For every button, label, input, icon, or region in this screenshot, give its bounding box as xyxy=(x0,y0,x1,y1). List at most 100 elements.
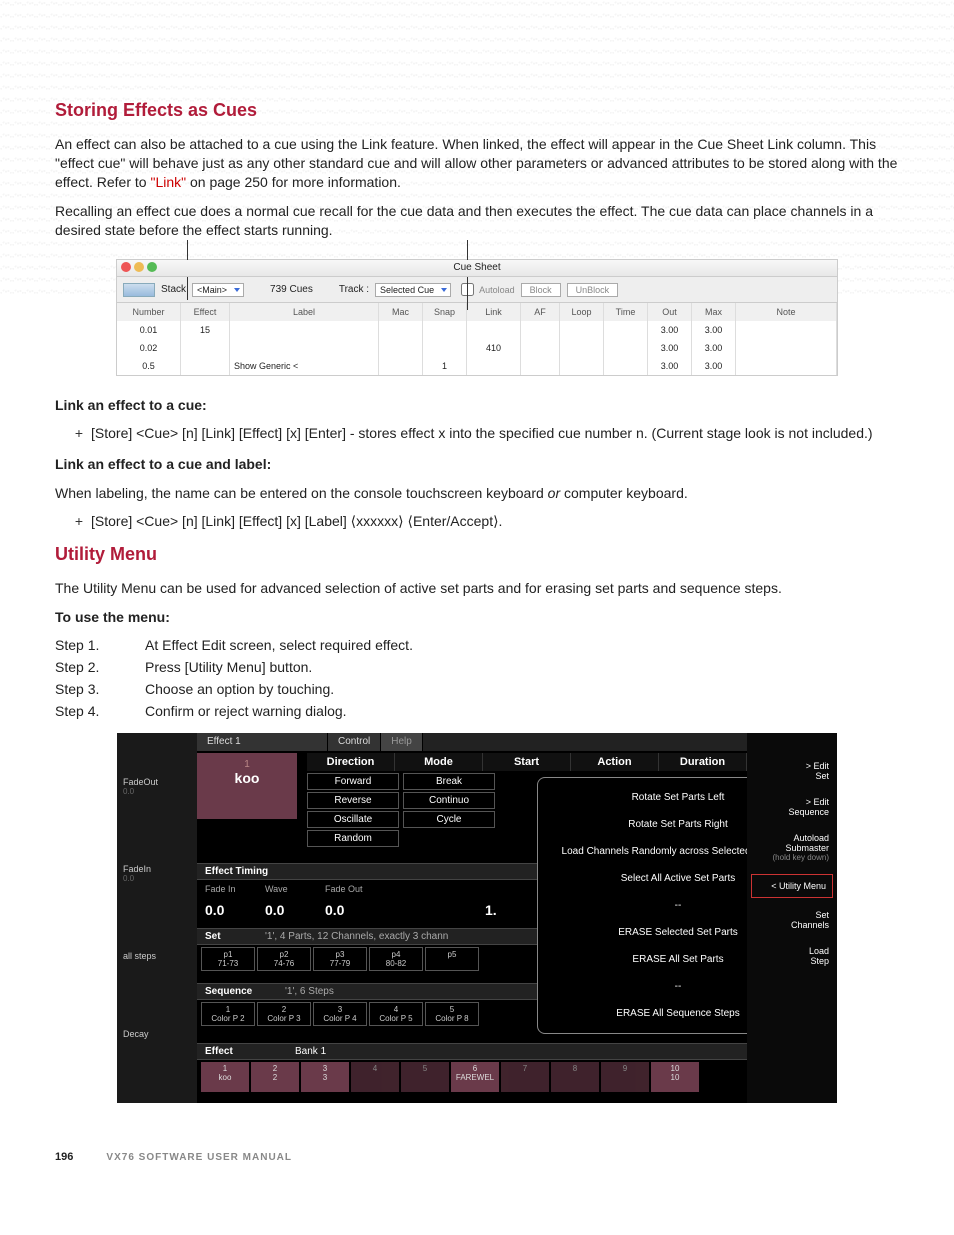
heading-storing-effects: Storing Effects as Cues xyxy=(55,100,899,121)
page-number: 196 xyxy=(55,1151,73,1163)
subheading-link-label: Link an effect to a cue and label: xyxy=(55,455,899,474)
cell-loop xyxy=(560,321,604,339)
seq-step[interactable]: 2Color P 3 xyxy=(257,1002,311,1026)
paragraph-2: Recalling an effect cue does a normal cu… xyxy=(55,202,899,240)
set-part[interactable]: p171-73 xyxy=(201,947,255,971)
cell-effect xyxy=(181,357,230,375)
subheading-link-effect: Link an effect to a cue: xyxy=(55,396,899,415)
cell-num: 0.5 xyxy=(117,357,181,375)
right-button[interactable]: > EditSet xyxy=(747,753,837,789)
set-part[interactable]: p377-79 xyxy=(313,947,367,971)
list-item-text: [Store] <Cue> [n] [Link] [Effect] [x] [E… xyxy=(91,425,899,441)
fx-left-item[interactable]: Decay xyxy=(117,1025,197,1043)
zoom-icon[interactable] xyxy=(147,262,157,272)
tab-control[interactable]: Control xyxy=(328,733,381,751)
link-link-ref[interactable]: "Link" xyxy=(150,174,186,190)
table-row[interactable]: 0.5Show Generic <13.003.00 xyxy=(117,357,837,375)
bank-slot[interactable]: 8 xyxy=(551,1062,599,1092)
option-continuo[interactable]: Continuo xyxy=(403,792,495,809)
cell-time xyxy=(604,357,648,375)
set-part[interactable]: p5 xyxy=(425,947,479,971)
right-button[interactable]: > EditSequence xyxy=(747,789,837,825)
col-effect: Effect xyxy=(181,303,230,321)
step-text: At Effect Edit screen, select required e… xyxy=(145,637,413,653)
timing-label: Fade In xyxy=(205,884,265,894)
cue-sheet-title: Cue Sheet xyxy=(453,262,500,273)
col-time: Time xyxy=(604,303,648,321)
bank-slot[interactable]: 6FAREWEL xyxy=(451,1062,499,1092)
list-item-text: [Store] <Cue> [n] [Link] [Effect] [x] [L… xyxy=(91,513,899,530)
cell-note xyxy=(736,321,837,339)
timing-value[interactable]: 0.0 xyxy=(325,902,385,918)
option-break[interactable]: Break xyxy=(403,773,495,790)
cell-loop xyxy=(560,357,604,375)
option-forward[interactable]: Forward xyxy=(307,773,399,790)
subheading-use-menu: To use the menu: xyxy=(55,608,899,627)
bank-slot[interactable]: 1010 xyxy=(651,1062,699,1092)
timing-value[interactable]: 0.0 xyxy=(205,902,265,918)
dropdown-selected-cue[interactable]: Selected Cue xyxy=(375,283,451,297)
seq-step[interactable]: 1Color P 2 xyxy=(201,1002,255,1026)
bullet-icon: + xyxy=(55,425,91,441)
toolbar-icon[interactable] xyxy=(123,283,155,297)
seq-step[interactable]: 3Color P 4 xyxy=(313,1002,367,1026)
label-cue-count: 739 Cues xyxy=(270,284,313,295)
col-af: AF xyxy=(521,303,560,321)
set-part[interactable]: p480-82 xyxy=(369,947,423,971)
cell-mac xyxy=(379,339,423,357)
fx-header-direction: Direction xyxy=(307,753,395,771)
step-number: Step 1. xyxy=(55,637,145,653)
cell-label xyxy=(230,339,379,357)
seq-step[interactable]: 4Color P 5 xyxy=(369,1002,423,1026)
cell-out: 3.00 xyxy=(648,339,692,357)
step-number: Step 4. xyxy=(55,703,145,719)
option-random[interactable]: Random xyxy=(307,830,399,847)
bank-slot[interactable]: 7 xyxy=(501,1062,549,1092)
cell-label: Show Generic < xyxy=(230,357,379,375)
bank-slot[interactable]: 9 xyxy=(601,1062,649,1092)
option-oscillate[interactable]: Oscillate xyxy=(307,811,399,828)
cell-mac xyxy=(379,357,423,375)
right-button[interactable]: AutoloadSubmaster(hold key down) xyxy=(747,825,837,870)
col-mac: Mac xyxy=(379,303,423,321)
fx-left-item[interactable]: all steps xyxy=(117,947,197,965)
cell-link xyxy=(467,357,521,375)
fx-effect-tile[interactable]: 1 koo xyxy=(197,753,297,819)
step-number: Step 2. xyxy=(55,659,145,675)
cell-time xyxy=(604,339,648,357)
button-unblock[interactable]: UnBlock xyxy=(567,283,619,297)
timing-label: Wave xyxy=(265,884,325,894)
button-block[interactable]: Block xyxy=(521,283,561,297)
dropdown-main[interactable]: <Main> xyxy=(192,283,244,297)
tab-help[interactable]: Help xyxy=(381,733,423,751)
cell-max: 3.00 xyxy=(692,357,736,375)
section-set: Set xyxy=(205,931,265,942)
cell-af xyxy=(521,321,560,339)
bank-slot[interactable]: 22 xyxy=(251,1062,299,1092)
checkbox-autoload[interactable]: Autoload xyxy=(457,280,515,299)
right-button[interactable]: < Utility Menu xyxy=(751,874,833,898)
cell-snap xyxy=(423,321,467,339)
bank-slot[interactable]: 5 xyxy=(401,1062,449,1092)
close-icon[interactable] xyxy=(121,262,131,272)
seq-step[interactable]: 5Color P 8 xyxy=(425,1002,479,1026)
timing-extra: 1. xyxy=(485,902,545,918)
list-item: + [Store] <Cue> [n] [Link] [Effect] [x] … xyxy=(55,425,899,441)
table-row[interactable]: 0.01153.003.00 xyxy=(117,321,837,339)
fx-left-item[interactable]: FadeOut0.0 xyxy=(117,773,197,800)
fx-left-item[interactable]: FadeIn0.0 xyxy=(117,860,197,887)
bank-slot[interactable]: 4 xyxy=(351,1062,399,1092)
right-button[interactable]: LoadStep xyxy=(747,938,837,974)
bank-slot[interactable]: 33 xyxy=(301,1062,349,1092)
col-link: Link xyxy=(467,303,521,321)
col-label: Label xyxy=(230,303,379,321)
step-text: Choose an option by touching. xyxy=(145,681,334,697)
right-button[interactable]: SetChannels xyxy=(747,902,837,938)
table-row[interactable]: 0.024103.003.00 xyxy=(117,339,837,357)
option-cycle[interactable]: Cycle xyxy=(403,811,495,828)
timing-value[interactable]: 0.0 xyxy=(265,902,325,918)
bank-slot[interactable]: 1koo xyxy=(201,1062,249,1092)
option-reverse[interactable]: Reverse xyxy=(307,792,399,809)
minimize-icon[interactable] xyxy=(134,262,144,272)
set-part[interactable]: p274-76 xyxy=(257,947,311,971)
